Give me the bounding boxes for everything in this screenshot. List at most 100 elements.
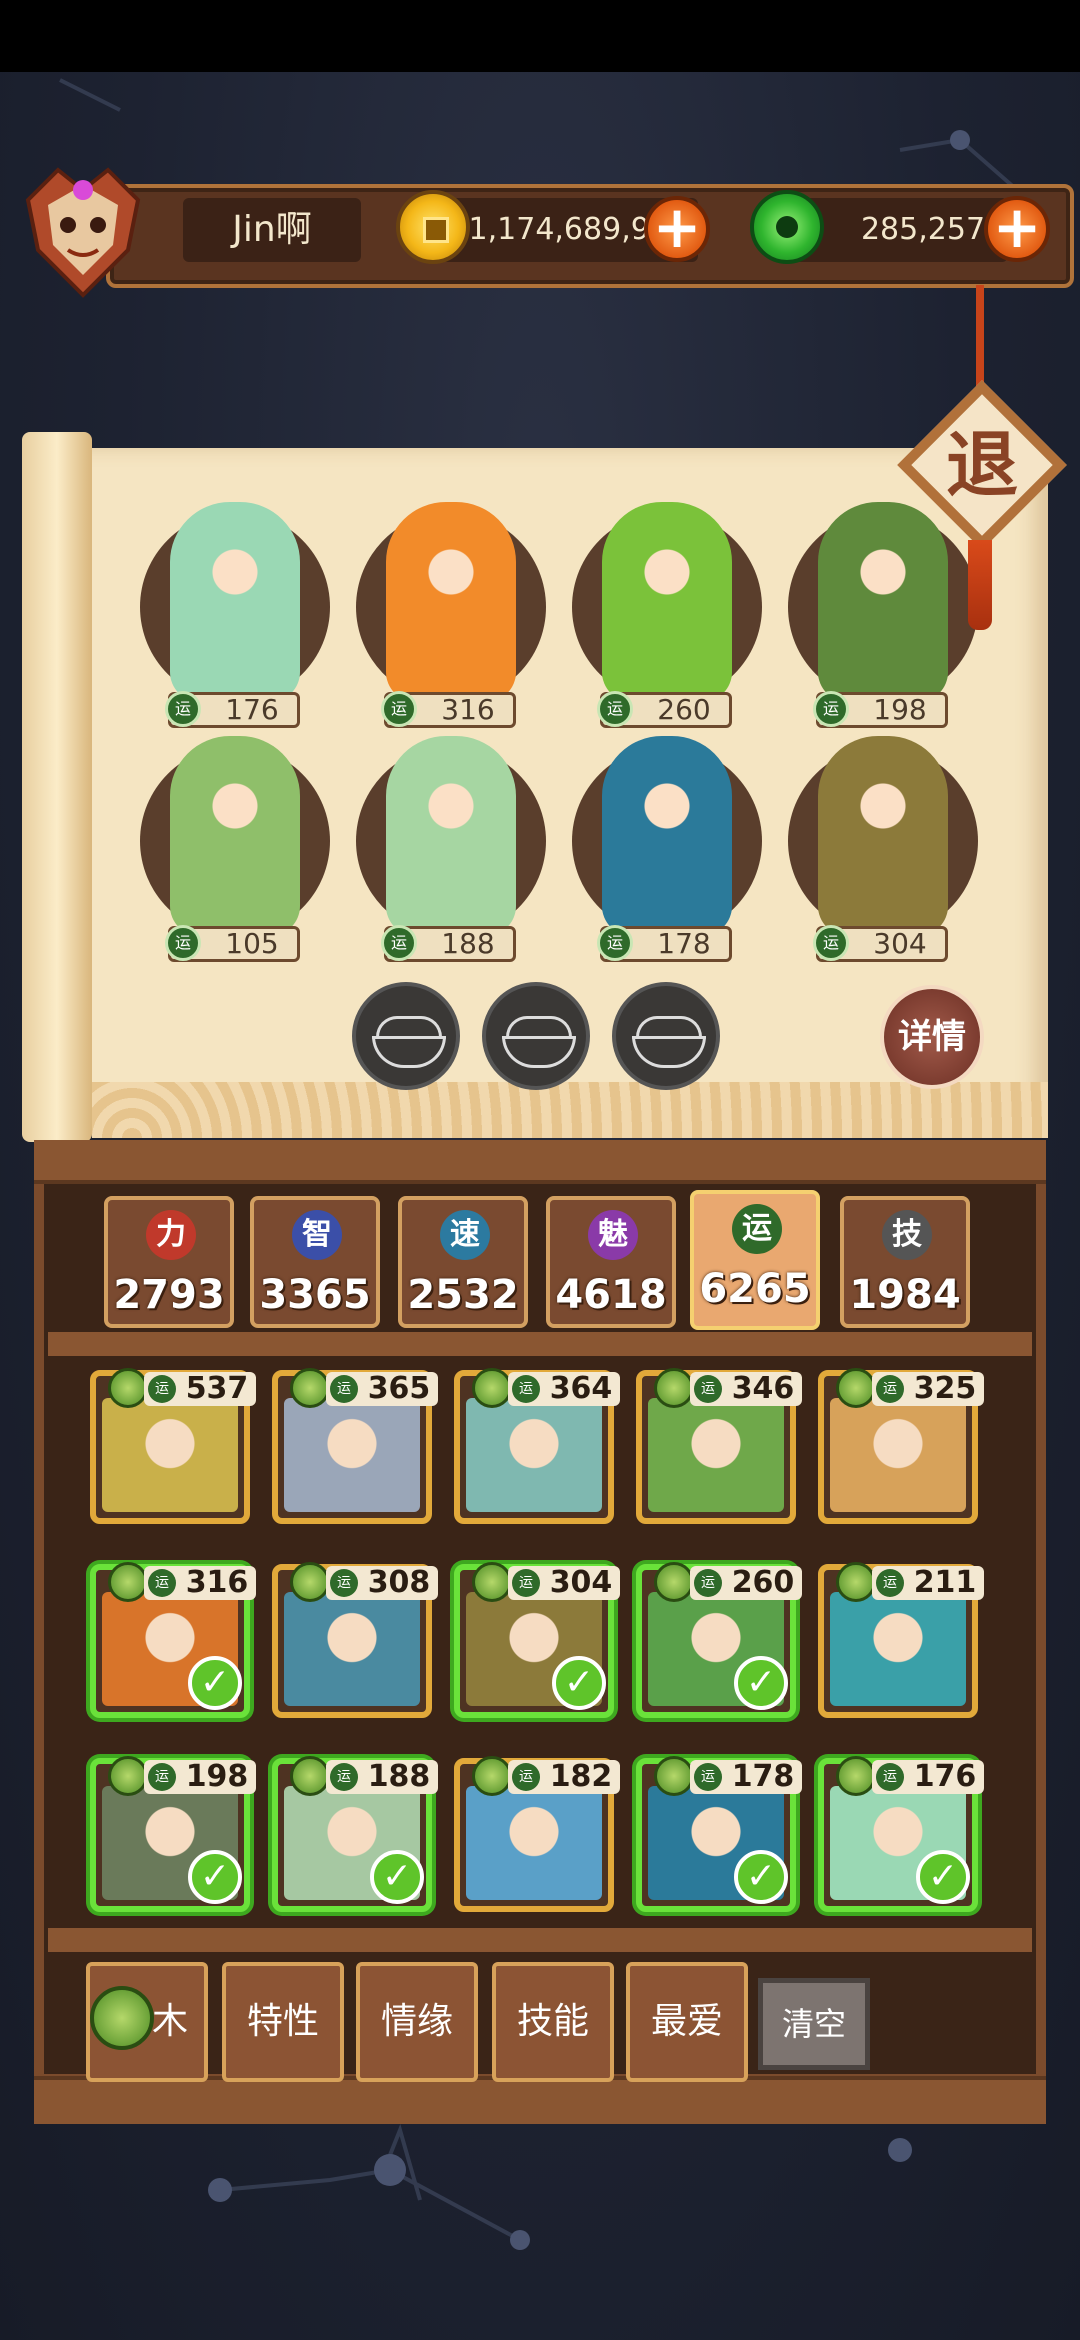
luck-stat-icon: 运 (512, 1763, 540, 1791)
team-hero-slot[interactable]: 运 260 (562, 502, 762, 732)
player-header: Jin啊 1,174,689,902 + 285,257 + (18, 160, 1074, 310)
hero-stat-tag: 运 211 (836, 1562, 988, 1602)
team-hero-slot[interactable]: 运 304 (778, 736, 978, 966)
stat-tag-box: 运 211 (872, 1566, 984, 1600)
hero-stat-value: 182 (549, 1759, 613, 1794)
hero-card[interactable]: 运 176 ✓ (818, 1756, 984, 1912)
hero-card[interactable]: 运 346 (636, 1368, 802, 1524)
team-hero-slot[interactable]: 运 316 (346, 502, 546, 732)
checkmark-icon: ✓ (188, 1850, 242, 1904)
stat-tab[interactable]: 魅 4618 (546, 1196, 676, 1328)
clear-button[interactable]: 清空 (758, 1978, 870, 2070)
hero-card[interactable]: 运 188 ✓ (272, 1756, 438, 1912)
hero-card-art (830, 1398, 966, 1512)
hero-card[interactable]: 运 198 ✓ (90, 1756, 256, 1912)
empty-bowl-slot[interactable] (482, 982, 590, 1090)
luck-stat-icon: 运 (694, 1763, 722, 1791)
hero-stat-value: 176 (913, 1759, 977, 1794)
luck-stat-icon: 运 (381, 925, 417, 961)
hero-card[interactable]: 运 316 ✓ (90, 1562, 256, 1718)
exit-button[interactable]: 退 (897, 380, 1067, 550)
filter-button[interactable]: 最爱 (626, 1962, 748, 2082)
luck-stat-icon: 运 (512, 1569, 540, 1597)
hero-stat-badge: 运 198 (813, 691, 948, 728)
empty-bowl-slot[interactable] (612, 982, 720, 1090)
hero-stat-value: 325 (913, 1371, 977, 1406)
hero-stat-value: 537 (185, 1371, 249, 1406)
team-hero-slot[interactable]: 运 178 (562, 736, 762, 966)
hero-figure (170, 502, 300, 702)
wood-element-icon (836, 1368, 876, 1408)
stat-icon: 力 (146, 1210, 196, 1260)
stat-tab[interactable]: 力 2793 (104, 1196, 234, 1328)
wood-element-icon (836, 1562, 876, 1602)
hero-card[interactable]: 运 364 (454, 1368, 620, 1524)
hero-card[interactable]: 运 211 (818, 1562, 984, 1718)
stat-value: 1984 (849, 1272, 961, 1318)
hero-card[interactable]: 运 182 (454, 1756, 620, 1912)
stat-tab[interactable]: 技 1984 (840, 1196, 970, 1328)
hero-stat-tag: 运 537 (108, 1368, 260, 1408)
cabinet-shelf (48, 1332, 1032, 1356)
hero-card[interactable]: 运 537 (90, 1368, 256, 1524)
empty-bowl-slot[interactable] (352, 982, 460, 1090)
stat-tag-box: 运 365 (326, 1372, 438, 1406)
hero-card[interactable]: 运 325 (818, 1368, 984, 1524)
stat-tag-box: 运 198 (144, 1760, 256, 1794)
stat-tag-box: 运 364 (508, 1372, 620, 1406)
add-coins-button[interactable]: + (644, 196, 710, 262)
wood-element-icon (90, 1986, 154, 2050)
hero-card-art (648, 1398, 784, 1512)
hero-stat-value: 176 (225, 693, 279, 726)
wood-element-icon (108, 1368, 148, 1408)
hero-stat-tag: 运 198 (108, 1756, 260, 1796)
hero-card[interactable]: 运 260 ✓ (636, 1562, 802, 1718)
checkmark-icon: ✓ (552, 1656, 606, 1710)
hero-stat-value: 105 (225, 927, 279, 960)
hero-card[interactable]: 运 178 ✓ (636, 1756, 802, 1912)
add-jade-button[interactable]: + (984, 196, 1050, 262)
stat-tag-box: 运 325 (872, 1372, 984, 1406)
team-hero-slot[interactable]: 运 105 (130, 736, 330, 966)
detail-button[interactable]: 详情 (880, 985, 984, 1089)
hero-stat-value: 346 (731, 1371, 795, 1406)
cabinet-bottom-rail (34, 2076, 1046, 2124)
wood-element-icon (836, 1756, 876, 1796)
player-avatar[interactable] (18, 160, 148, 300)
stat-tab[interactable]: 运 6265 (690, 1190, 820, 1330)
luck-stat-icon: 运 (148, 1763, 176, 1791)
wood-element-icon (654, 1756, 694, 1796)
stat-value: 3365 (259, 1272, 371, 1318)
team-hero-slot[interactable]: 运 188 (346, 736, 546, 966)
hero-figure (386, 502, 516, 702)
hero-stat-badge: 运 105 (165, 925, 300, 962)
luck-stat-icon: 运 (876, 1375, 904, 1403)
luck-stat-icon: 运 (148, 1375, 176, 1403)
stat-tag-box: 运 346 (690, 1372, 802, 1406)
hero-stat-value: 198 (185, 1759, 249, 1794)
luck-stat-icon: 运 (597, 691, 633, 727)
checkmark-icon: ✓ (734, 1656, 788, 1710)
stat-tab[interactable]: 智 3365 (250, 1196, 380, 1328)
hero-stat-value: 304 (873, 927, 927, 960)
filter-button[interactable]: 情缘 (356, 1962, 478, 2082)
stat-icon: 运 (732, 1204, 782, 1254)
luck-stat-icon: 运 (813, 691, 849, 727)
hero-stat-tag: 运 325 (836, 1368, 988, 1408)
hero-stat-badge: 运 188 (381, 925, 516, 962)
hero-card[interactable]: 运 304 ✓ (454, 1562, 620, 1718)
team-hero-slot[interactable]: 运 176 (130, 502, 330, 732)
luck-stat-icon: 运 (876, 1763, 904, 1791)
stat-tag-box: 运 308 (326, 1566, 438, 1600)
hero-stat-value: 316 (441, 693, 495, 726)
luck-stat-icon: 运 (381, 691, 417, 727)
scroll-rod (22, 432, 92, 1142)
filter-button[interactable]: 特性 (222, 1962, 344, 2082)
filter-button[interactable]: 技能 (492, 1962, 614, 2082)
hero-card[interactable]: 运 365 (272, 1368, 438, 1524)
stat-tag-box: 运 182 (508, 1760, 620, 1794)
wood-element-icon (108, 1756, 148, 1796)
stat-tab[interactable]: 速 2532 (398, 1196, 528, 1328)
wood-element-icon (108, 1562, 148, 1602)
hero-card[interactable]: 运 308 (272, 1562, 438, 1718)
